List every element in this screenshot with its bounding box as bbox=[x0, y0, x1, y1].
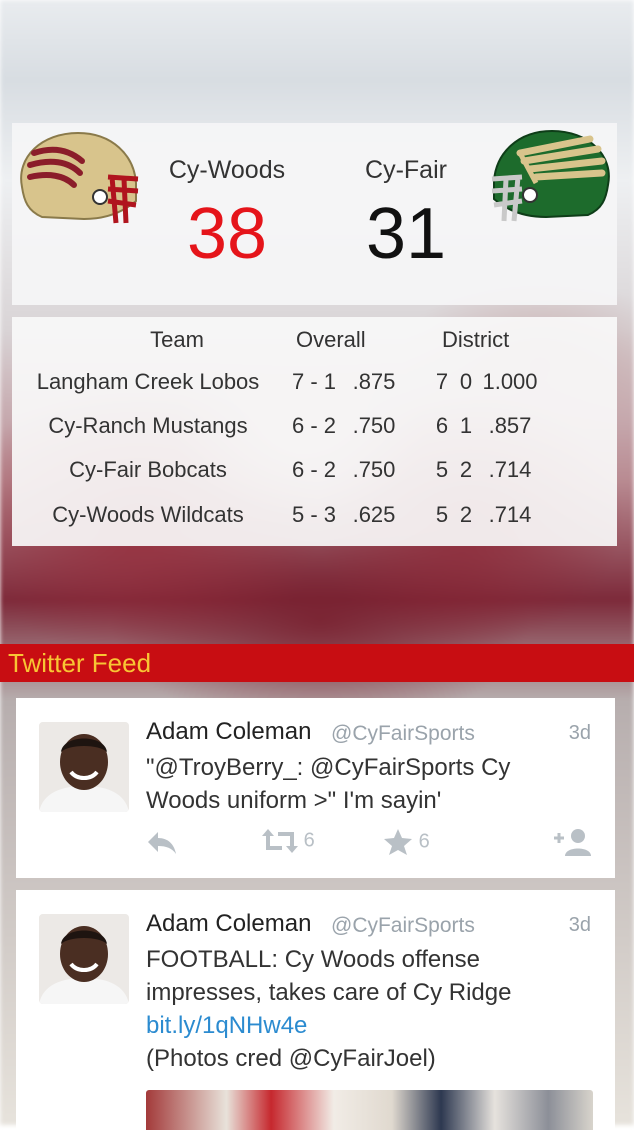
team-name-cell: Cy-Woods Wildcats bbox=[52, 502, 244, 527]
tweet-link[interactable]: bit.ly/1qNHw4e bbox=[146, 1009, 586, 1042]
avatar[interactable] bbox=[39, 722, 129, 812]
retweet-button[interactable]: 6 bbox=[262, 828, 315, 854]
standings-header: Team Overall District bbox=[12, 327, 617, 357]
column-header-district: District bbox=[442, 327, 510, 352]
district-pct-cell: .857 bbox=[488, 413, 532, 438]
district-pct-cell: .714 bbox=[488, 502, 532, 527]
reply-icon[interactable] bbox=[146, 830, 178, 856]
tweet-author-handle[interactable]: @CyFairSports bbox=[331, 722, 475, 746]
district-pct-cell: .714 bbox=[488, 457, 532, 482]
team-name-cell: Cy-Ranch Mustangs bbox=[48, 413, 248, 438]
cy-fair-helmet-icon bbox=[490, 123, 618, 233]
retweet-count: 6 bbox=[303, 829, 315, 852]
overall-record-cell: 6 - 2 bbox=[291, 413, 337, 438]
table-row: Langham Creek Lobos 7 - 1 .875 7 0 1.000 bbox=[12, 369, 617, 399]
district-standings-table: Team Overall District Langham Creek Lobo… bbox=[12, 317, 617, 546]
away-team-score: 31 bbox=[365, 194, 447, 274]
overall-pct-cell: .750 bbox=[352, 413, 396, 438]
tweet-text-line: Woods uniform >" I'm sayin' bbox=[146, 787, 442, 814]
twitter-feed-header: Twitter Feed bbox=[0, 644, 634, 682]
away-team-name: Cy-Fair bbox=[365, 156, 447, 184]
cy-woods-helmet-icon bbox=[12, 127, 140, 231]
district-wins-cell: 5 bbox=[435, 457, 449, 482]
favorite-count: 6 bbox=[418, 830, 430, 853]
column-header-team: Team bbox=[150, 327, 204, 352]
overall-pct-cell: .875 bbox=[352, 369, 396, 394]
tweet-author-name[interactable]: Adam Coleman bbox=[146, 718, 311, 746]
overall-pct-cell: .750 bbox=[352, 457, 396, 482]
team-name-cell: Cy-Fair Bobcats bbox=[69, 457, 227, 482]
twitter-feed-title: Twitter Feed bbox=[8, 648, 152, 678]
district-losses-cell: 2 bbox=[459, 457, 473, 482]
tweet-text: FOOTBALL: Cy Woods offense impresses, ta… bbox=[146, 943, 586, 1075]
home-team-name: Cy-Woods bbox=[168, 156, 286, 184]
star-icon bbox=[383, 829, 419, 855]
district-wins-cell: 6 bbox=[435, 413, 449, 438]
overall-pct-cell: .625 bbox=[352, 502, 396, 527]
tweet-author-name[interactable]: Adam Coleman bbox=[146, 910, 311, 938]
tweet-actions: 6 6 bbox=[16, 826, 615, 862]
retweet-icon bbox=[262, 829, 304, 853]
table-row: Cy-Ranch Mustangs 6 - 2 .750 6 1 .857 bbox=[12, 413, 617, 443]
tweet-text-line: (Photos cred @CyFairJoel) bbox=[146, 1045, 436, 1072]
overall-record-cell: 6 - 2 bbox=[291, 457, 337, 482]
tweet-card[interactable]: Adam Coleman @CyFairSports 3d "@TroyBerr… bbox=[16, 698, 615, 878]
district-losses-cell: 1 bbox=[459, 413, 473, 438]
favorite-button[interactable]: 6 bbox=[383, 828, 430, 856]
district-losses-cell: 2 bbox=[459, 502, 473, 527]
avatar[interactable] bbox=[39, 914, 129, 1004]
tweet-photo[interactable] bbox=[146, 1090, 593, 1130]
column-header-overall: Overall bbox=[296, 327, 366, 352]
tweet-text-line: impresses, takes care of Cy Ridge bbox=[146, 979, 512, 1006]
tweet-timestamp: 3d bbox=[568, 914, 591, 936]
tweet-text-line: "@TroyBerry_: @CyFairSports Cy bbox=[146, 754, 511, 781]
home-team-score: 38 bbox=[186, 194, 268, 274]
tweet-card[interactable]: Adam Coleman @CyFairSports 3d FOOTBALL: … bbox=[16, 890, 615, 1130]
table-row: Cy-Fair Bobcats 6 - 2 .750 5 2 .714 bbox=[12, 457, 617, 487]
district-wins-cell: 5 bbox=[435, 502, 449, 527]
district-wins-cell: 7 bbox=[435, 369, 449, 394]
overall-record-cell: 5 - 3 bbox=[291, 502, 337, 527]
tweet-timestamp: 3d bbox=[568, 722, 591, 744]
scoreboard: Cy-Woods 38 Cy-Fair 31 bbox=[12, 123, 617, 305]
table-row: Cy-Woods Wildcats 5 - 3 .625 5 2 .714 bbox=[12, 502, 617, 532]
follow-icon[interactable] bbox=[552, 828, 594, 856]
tweet-author-handle[interactable]: @CyFairSports bbox=[331, 914, 475, 938]
district-pct-cell: 1.000 bbox=[482, 369, 538, 394]
overall-record-cell: 7 - 1 bbox=[291, 369, 337, 394]
tweet-text: "@TroyBerry_: @CyFairSports Cy Woods uni… bbox=[146, 751, 586, 817]
district-losses-cell: 0 bbox=[459, 369, 473, 394]
tweet-text-line: FOOTBALL: Cy Woods offense bbox=[146, 946, 480, 973]
team-name-cell: Langham Creek Lobos bbox=[36, 369, 260, 394]
